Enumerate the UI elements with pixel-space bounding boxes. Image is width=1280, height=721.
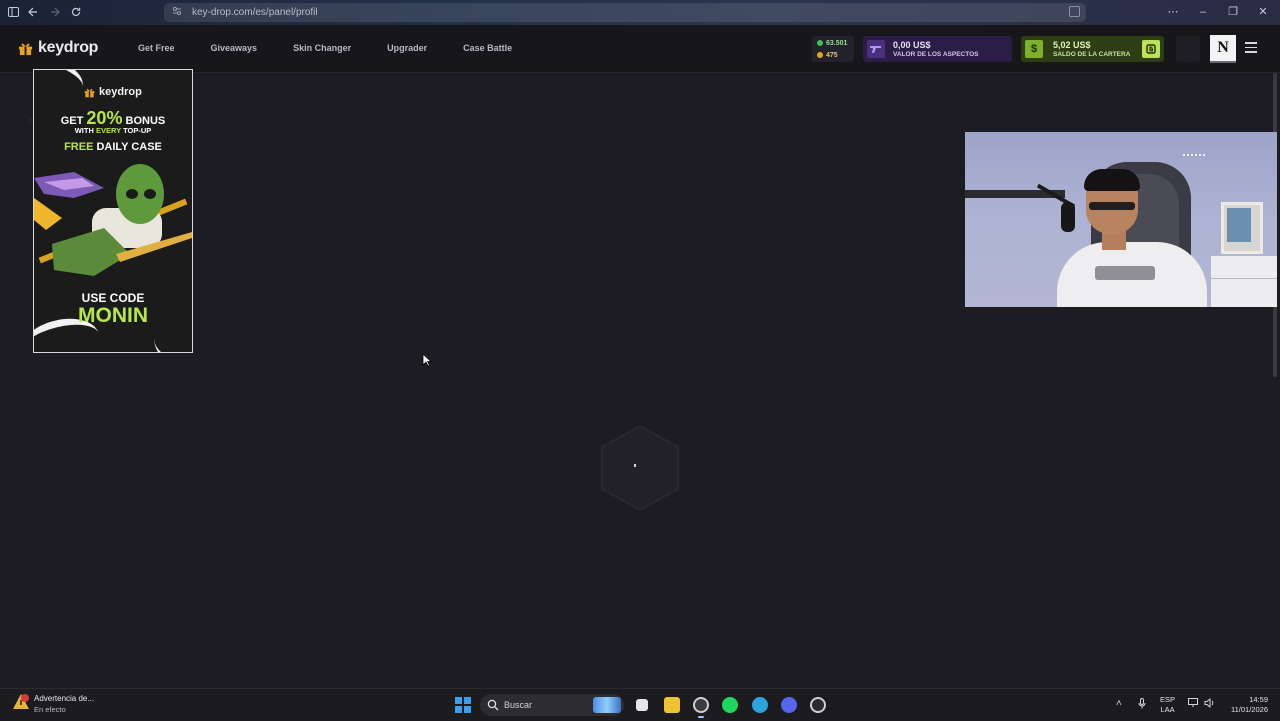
chevron-up-icon[interactable]: ˄: [1116, 698, 1122, 709]
currency-counters[interactable]: 63.501 475: [812, 36, 854, 62]
search-icon: [487, 699, 499, 711]
minimize-button[interactable]: –: [1188, 3, 1218, 22]
coin-count: 475: [826, 51, 838, 59]
microphone-icon: [1061, 202, 1075, 232]
nav-upgrader[interactable]: Upgrader: [387, 43, 427, 53]
url-text: key-drop.com/es/panel/profil: [192, 7, 318, 18]
avatar[interactable]: N: [1210, 35, 1236, 61]
inventory-amount: 0,00 US$: [893, 40, 931, 50]
wallet-label: SALDO DE LA CARTERA: [1053, 51, 1131, 58]
gem-counter: 63.501: [817, 37, 854, 49]
microphone-tray-icon[interactable]: [1138, 698, 1146, 712]
site-info-icon[interactable]: [172, 6, 186, 19]
webcam-person-glasses: [1089, 202, 1135, 210]
active-app-indicator: [698, 716, 704, 718]
nav-get-free[interactable]: Get Free: [138, 43, 175, 53]
decor-swoosh: [34, 70, 88, 104]
notifications-slot[interactable]: [1176, 36, 1200, 62]
wallet-balance-box[interactable]: $ 5,02 US$ SALDO DE LA CARTERA: [1021, 36, 1164, 62]
more-options-icon[interactable]: ⋯: [1158, 3, 1188, 22]
inventory-label: VALOR DE LOS ASPECTOS: [893, 51, 979, 58]
deposit-button[interactable]: [1142, 40, 1160, 58]
menu-icon[interactable]: [1245, 42, 1257, 56]
windows-taskbar: Advertencia de... En efecto Buscar ˄ ESP…: [0, 688, 1280, 721]
warning-icon[interactable]: [12, 693, 30, 711]
logo-text: keydrop: [38, 39, 99, 56]
webcam-overlay: [965, 132, 1277, 307]
webcam-dresser-line: [1211, 278, 1277, 279]
close-button[interactable]: ✕: [1248, 3, 1278, 22]
windows-start-icon[interactable]: [455, 697, 471, 713]
webcam-dresser: [1211, 256, 1277, 307]
nav-skin-changer[interactable]: Skin Changer: [293, 43, 351, 53]
notification-title[interactable]: Advertencia de...: [34, 694, 94, 703]
browser-app-icon[interactable]: [693, 697, 709, 713]
subline-prefix: WITH: [74, 126, 94, 135]
daily-case-em: FREE: [64, 141, 94, 153]
promo-banner[interactable]: keydrop GET 20% BONUS WITH EVERY TOP-UP …: [33, 69, 193, 353]
sidebar-toggle-icon[interactable]: [2, 1, 24, 23]
steam-icon[interactable]: [810, 697, 826, 713]
avatar-level-bar: [1210, 61, 1236, 63]
address-bar[interactable]: key-drop.com/es/panel/profil: [164, 3, 1086, 22]
inventory-value-box[interactable]: 0,00 US$ VALOR DE LOS ASPECTOS: [863, 36, 1012, 62]
discord-icon[interactable]: [781, 697, 797, 713]
webcam-light: [1183, 154, 1205, 164]
main-nav: Get Free Giveaways Skin Changer Upgrader…: [138, 43, 548, 53]
forward-button[interactable]: [44, 1, 66, 23]
subline-em: EVERY: [95, 126, 121, 135]
file-explorer-icon[interactable]: [664, 697, 680, 713]
gift-icon: [84, 88, 95, 97]
browser-toolbar: key-drop.com/es/panel/profil ⋯ – ❐ ✕: [0, 0, 1280, 25]
banner-logo-text: keydrop: [99, 86, 142, 98]
webcam-shirt-print: [1095, 266, 1155, 280]
banner-promo-code: MONIN: [78, 304, 148, 327]
banner-logo: keydrop: [84, 86, 142, 98]
taskbar-search[interactable]: Buscar: [480, 694, 624, 716]
reload-button[interactable]: [65, 1, 87, 23]
character-illustration: [34, 164, 192, 276]
window-controls: ⋯ – ❐ ✕: [1158, 3, 1278, 22]
language-code: ESP: [1160, 695, 1176, 704]
telegram-icon[interactable]: [752, 697, 768, 713]
input-language[interactable]: ESP LAA: [1160, 695, 1175, 715]
coin-icon: [817, 52, 823, 58]
webcam-person-hair: [1084, 169, 1140, 191]
clock-date: 11/01/2026: [1231, 705, 1268, 714]
nav-giveaways[interactable]: Giveaways: [211, 43, 258, 53]
dollar-icon: $: [1025, 40, 1043, 58]
spotify-icon[interactable]: [722, 697, 738, 713]
headline-percent: 20%: [86, 108, 123, 128]
daily-case-text: DAILY CASE: [96, 141, 162, 153]
clock-time: 14:59: [1249, 695, 1268, 704]
site-header: keydrop Get Free Giveaways Skin Changer …: [0, 25, 1280, 73]
loading-hexagon-icon: [601, 424, 679, 512]
gem-icon: [817, 40, 823, 46]
banner-daily-case: FREE DAILY CASE: [34, 141, 192, 153]
task-view-icon[interactable]: [636, 699, 648, 711]
system-clock[interactable]: 14:59 11/01/2026: [1222, 695, 1268, 715]
site-logo[interactable]: keydrop: [18, 39, 98, 57]
search-highlight-image: [593, 697, 621, 713]
back-button[interactable]: [22, 1, 44, 23]
chevron-left-icon[interactable]: ‹: [29, 114, 32, 124]
banner-use-code: USE CODE: [81, 291, 145, 305]
gem-count: 63.501: [826, 39, 848, 47]
mouse-cursor-icon: [422, 353, 432, 367]
webcam-picture: [1227, 208, 1251, 242]
search-placeholder: Buscar: [504, 700, 533, 710]
subline-suffix: TOP-UP: [123, 126, 152, 135]
wallet-amount: 5,02 US$: [1053, 40, 1091, 50]
restore-button[interactable]: ❐: [1218, 3, 1248, 22]
coin-counter: 475: [817, 49, 854, 61]
keyboard-layout: LAA: [1160, 705, 1175, 714]
banner-subline: WITH EVERY TOP-UP: [34, 126, 192, 135]
notification-subtitle: En efecto: [34, 705, 66, 714]
volume-icon[interactable]: [1204, 697, 1215, 711]
nav-case-battle[interactable]: Case Battle: [463, 43, 512, 53]
network-icon[interactable]: [1188, 698, 1199, 711]
tab-search-icon[interactable]: [1069, 6, 1080, 17]
gun-icon: [867, 40, 885, 58]
gift-icon: [18, 43, 33, 55]
